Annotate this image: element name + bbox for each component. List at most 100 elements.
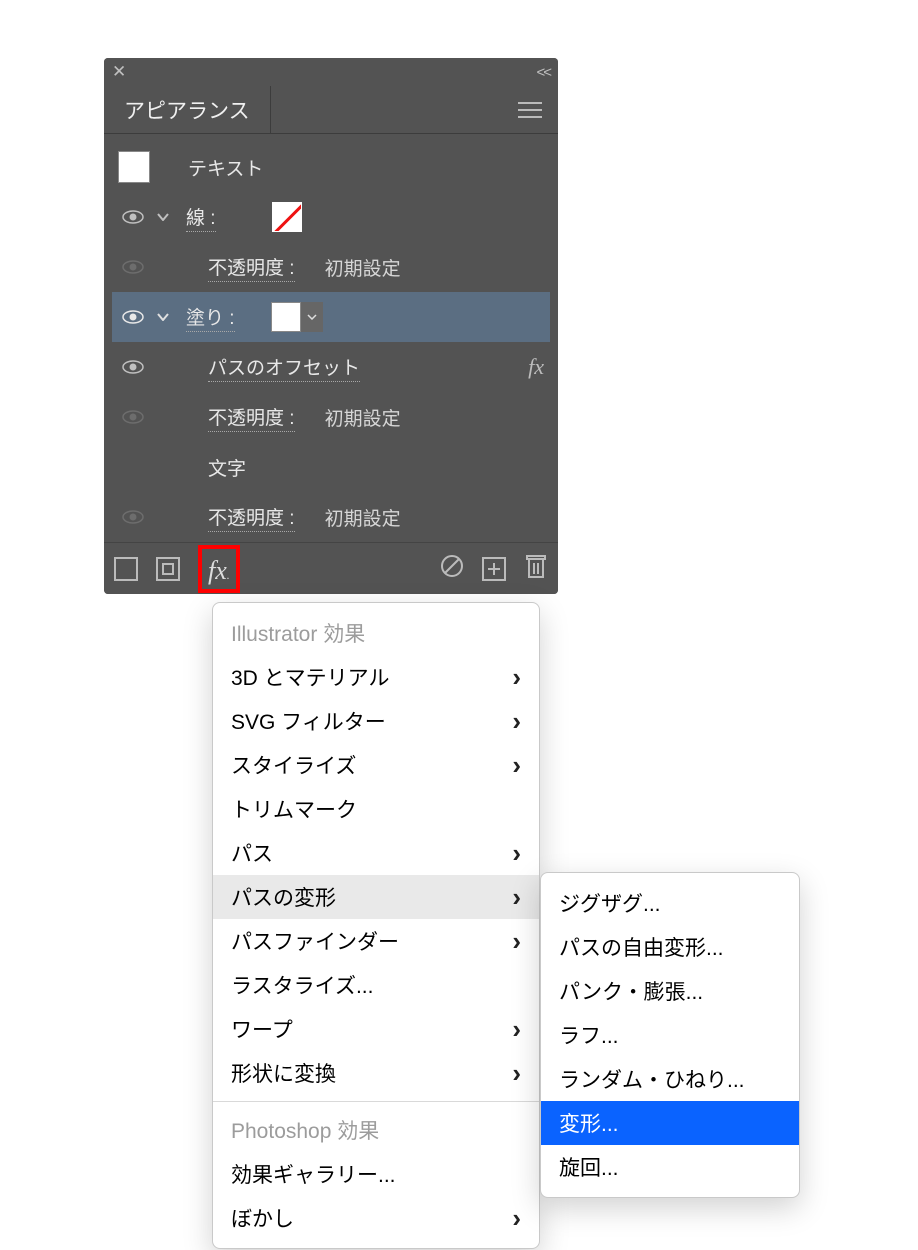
- stroke-row[interactable]: 線 :: [112, 192, 550, 242]
- visibility-icon[interactable]: [118, 260, 148, 274]
- menu-item[interactable]: 3D とマテリアル ›: [213, 655, 539, 699]
- menu-item[interactable]: パンク・膨張...: [541, 969, 799, 1013]
- expand-icon[interactable]: [148, 313, 178, 321]
- menu-item[interactable]: 効果ギャラリー...: [213, 1152, 539, 1196]
- menu-item-label: パンク・膨張...: [559, 976, 703, 1006]
- expand-icon[interactable]: [148, 213, 178, 221]
- menu-item[interactable]: スタイライズ ›: [213, 743, 539, 787]
- new-stroke-icon[interactable]: [114, 557, 138, 581]
- menu-header-illustrator: Illustrator 効果: [213, 611, 539, 655]
- submenu-arrow-icon: ›: [512, 926, 521, 957]
- menu-item[interactable]: パスの変形 ›: [213, 875, 539, 919]
- menu-item-label: 変形...: [559, 1108, 619, 1138]
- menu-item-label: スタイライズ: [231, 750, 356, 780]
- fx-indicator-icon[interactable]: fx: [528, 354, 544, 380]
- menu-item[interactable]: 形状に変換›: [213, 1051, 539, 1095]
- fill-opacity-row[interactable]: 不透明度 : 初期設定: [112, 392, 550, 442]
- visibility-icon[interactable]: [118, 310, 148, 324]
- panel-titlebar[interactable]: ✕ <<: [104, 58, 558, 86]
- trash-icon[interactable]: [524, 553, 548, 585]
- tab-label: アピアランス: [124, 95, 250, 125]
- menu-item[interactable]: ラスタライズ...: [213, 963, 539, 1007]
- menu-item-label: ジグザグ...: [559, 888, 661, 918]
- stroke-label[interactable]: 線 :: [186, 203, 216, 232]
- menu-item[interactable]: 変形...: [541, 1101, 799, 1145]
- effects-menu: Illustrator 効果 3D とマテリアル›SVG フィルター›スタイライ…: [212, 602, 540, 1249]
- visibility-icon[interactable]: [118, 510, 148, 524]
- menu-separator: [213, 1101, 539, 1102]
- fill-row[interactable]: 塗り :: [112, 292, 550, 342]
- tab-appearance[interactable]: アピアランス: [104, 86, 271, 133]
- fx-icon: fx.: [208, 556, 230, 586]
- menu-item-label: パスの自由変形...: [559, 932, 724, 962]
- object-opacity-row[interactable]: 不透明度 : 初期設定: [112, 492, 550, 542]
- menu-item[interactable]: SVG フィルター ›: [213, 699, 539, 743]
- menu-item-label: トリムマーク: [231, 794, 357, 824]
- opacity-value[interactable]: 初期設定: [325, 404, 401, 431]
- menu-item-label: 3D とマテリアル: [231, 662, 389, 692]
- visibility-icon[interactable]: [118, 410, 148, 424]
- menu-item-label: ワープ: [231, 1014, 293, 1044]
- visibility-icon[interactable]: [118, 210, 148, 224]
- visibility-icon[interactable]: [118, 360, 148, 374]
- submenu-arrow-icon: ›: [512, 706, 521, 737]
- opacity-value[interactable]: 初期設定: [325, 504, 401, 531]
- close-icon[interactable]: ✕: [112, 62, 126, 82]
- menu-item-label: ランダム・ひねり...: [559, 1064, 745, 1094]
- menu-item[interactable]: トリムマーク: [213, 787, 539, 831]
- menu-item-label: 効果ギャラリー...: [231, 1159, 396, 1189]
- opacity-value[interactable]: 初期設定: [325, 254, 401, 281]
- characters-row[interactable]: 文字: [112, 442, 550, 492]
- stroke-swatch-none[interactable]: [272, 202, 302, 232]
- menu-item[interactable]: パス ›: [213, 831, 539, 875]
- object-swatch[interactable]: [118, 151, 150, 183]
- menu-item-label: ラフ...: [559, 1020, 619, 1050]
- menu-item[interactable]: パスファインダー ›: [213, 919, 539, 963]
- panel-tabs: アピアランス: [104, 86, 558, 134]
- collapse-icon[interactable]: <<: [536, 64, 550, 81]
- clear-icon[interactable]: [440, 554, 464, 584]
- submenu-arrow-icon: ›: [512, 1058, 521, 1089]
- submenu-arrow-icon: ›: [512, 750, 521, 781]
- menu-item[interactable]: ジグザグ...: [541, 881, 799, 925]
- menu-item-label: SVG フィルター: [231, 706, 386, 736]
- menu-item[interactable]: ぼかし ›: [213, 1196, 539, 1240]
- fill-label[interactable]: 塗り :: [186, 303, 235, 332]
- menu-item[interactable]: パスの自由変形...: [541, 925, 799, 969]
- appearance-panel: ✕ << アピアランス テキスト 線 :: [104, 58, 558, 594]
- duplicate-icon[interactable]: [482, 557, 506, 581]
- panel-content: テキスト 線 : 不透明度 : 初期設定: [104, 134, 558, 542]
- menu-item-label: ラスタライズ...: [231, 970, 373, 1000]
- menu-item[interactable]: 旋回...: [541, 1145, 799, 1189]
- submenu-arrow-icon: ›: [512, 882, 521, 913]
- menu-header-photoshop: Photoshop 効果: [213, 1108, 539, 1152]
- offset-label[interactable]: パスのオフセット: [208, 353, 360, 382]
- opacity-label[interactable]: 不透明度 :: [208, 403, 295, 432]
- opacity-label[interactable]: 不透明度 :: [208, 253, 295, 282]
- fill-swatch-dropdown[interactable]: [301, 302, 323, 332]
- menu-item-label: 旋回...: [559, 1152, 619, 1182]
- submenu-arrow-icon: ›: [512, 1014, 521, 1045]
- menu-item-label: パスの変形: [231, 882, 336, 912]
- menu-item[interactable]: ラフ...: [541, 1013, 799, 1057]
- distort-transform-submenu: ジグザグ... パスの自由変形... パンク・膨張... ラフ... ランダム・ひねり.…: [540, 872, 800, 1198]
- menu-item[interactable]: ワープ ›: [213, 1007, 539, 1051]
- object-type-label: テキスト: [188, 154, 263, 181]
- stroke-opacity-row[interactable]: 不透明度 : 初期設定: [112, 242, 550, 292]
- characters-label: 文字: [208, 454, 246, 481]
- offset-path-row[interactable]: パスのオフセット fx: [112, 342, 550, 392]
- submenu-arrow-icon: ›: [512, 1203, 521, 1234]
- panel-menu-button[interactable]: [502, 102, 558, 118]
- menu-item[interactable]: ランダム・ひねり...: [541, 1057, 799, 1101]
- new-fill-icon[interactable]: [156, 557, 180, 581]
- object-header-row: テキスト: [112, 142, 550, 192]
- fill-swatch[interactable]: [271, 302, 301, 332]
- menu-item-label: ぼかし: [231, 1203, 294, 1233]
- submenu-arrow-icon: ›: [512, 662, 521, 693]
- menu-item-label: パスファインダー: [231, 926, 399, 956]
- menu-item-label: パス: [231, 838, 273, 868]
- submenu-arrow-icon: ›: [512, 838, 521, 869]
- opacity-label[interactable]: 不透明度 :: [208, 503, 295, 532]
- add-effect-button[interactable]: fx.: [198, 545, 240, 593]
- hamburger-icon: [518, 102, 542, 118]
